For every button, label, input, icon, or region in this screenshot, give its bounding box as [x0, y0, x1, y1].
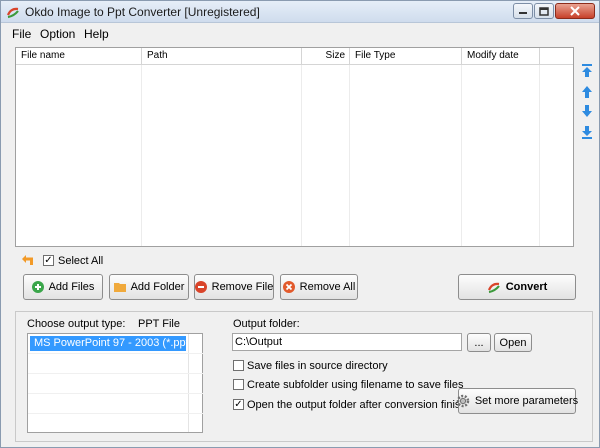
move-top-icon[interactable] — [581, 64, 593, 78]
menu-help[interactable]: Help — [84, 27, 109, 41]
add-files-button[interactable]: Add Files — [23, 274, 103, 300]
output-folder-input[interactable]: C:\Output — [232, 333, 462, 351]
output-type-option-ppt[interactable]: MS PowerPoint 97 - 2003 (*.ppt) — [30, 336, 192, 351]
create-subfolder-checkbox[interactable] — [233, 379, 244, 390]
column-divider — [141, 65, 142, 246]
column-divider — [539, 65, 540, 246]
close-icon — [570, 6, 580, 16]
maximize-button[interactable] — [534, 3, 554, 19]
remove-all-label: Remove All — [299, 281, 356, 293]
gear-icon — [456, 394, 470, 408]
list-row-line — [28, 373, 204, 374]
plus-circle-icon — [31, 281, 44, 293]
x-circle-icon — [282, 281, 295, 293]
output-type-list[interactable]: MS PowerPoint 97 - 2003 (*.ppt) — [27, 333, 204, 433]
open-output-folder-checkbox[interactable]: ✓ — [233, 399, 244, 410]
move-bottom-icon[interactable] — [581, 125, 593, 139]
save-in-source-label: Save files in source directory — [247, 360, 388, 372]
output-folder-label: Output folder: — [233, 318, 300, 330]
close-button[interactable] — [555, 3, 595, 19]
create-subfolder-label: Create subfolder using filename to save … — [247, 379, 464, 391]
open-folder-button[interactable]: Open — [494, 333, 532, 352]
select-all-label: Select All — [58, 255, 104, 267]
list-row-line — [28, 353, 204, 354]
window-title: Okdo Image to Ppt Converter [Unregistere… — [25, 5, 260, 19]
menu-bar: File Option Help — [1, 23, 599, 43]
list-row-line — [28, 393, 204, 394]
title-bar[interactable]: Okdo Image to Ppt Converter [Unregistere… — [1, 1, 599, 23]
output-type-value: PPT File — [138, 318, 180, 330]
column-divider — [301, 65, 302, 246]
set-more-parameters-button[interactable]: Set more parameters — [456, 388, 579, 414]
column-divider — [461, 65, 462, 246]
add-folder-label: Add Folder — [130, 281, 185, 293]
maximize-icon — [539, 6, 549, 16]
file-list[interactable]: File name Path Size File Type Modify dat… — [15, 47, 574, 247]
column-header-path[interactable]: Path — [142, 48, 302, 65]
minimize-button[interactable] — [513, 3, 533, 19]
list-divider — [188, 334, 189, 432]
column-header-size[interactable]: Size — [302, 48, 350, 65]
minus-circle-icon — [194, 281, 207, 293]
remove-file-button[interactable]: Remove File — [194, 274, 274, 300]
column-divider — [349, 65, 350, 246]
move-up-icon[interactable] — [581, 85, 593, 99]
remove-all-button[interactable]: Remove All — [280, 274, 358, 300]
remove-file-label: Remove File — [211, 281, 274, 293]
convert-label: Convert — [505, 281, 548, 293]
folder-icon — [113, 283, 126, 292]
open-output-folder-label: Open the output folder after conversion … — [247, 399, 479, 411]
minimize-icon — [519, 12, 527, 14]
back-arrow-icon[interactable] — [21, 254, 35, 266]
column-header-file-name[interactable]: File name — [16, 48, 142, 65]
column-header-modify-date[interactable]: Modify date — [462, 48, 540, 65]
column-header-file-type[interactable]: File Type — [350, 48, 462, 65]
set-more-parameters-label: Set more parameters — [474, 395, 579, 407]
app-window: Okdo Image to Ppt Converter [Unregistere… — [0, 0, 600, 448]
list-row-line — [28, 413, 204, 414]
browse-button[interactable]: ... — [467, 333, 491, 352]
choose-output-type-label: Choose output type: — [27, 318, 126, 330]
converter-logo-icon — [6, 7, 19, 19]
menu-option[interactable]: Option — [40, 27, 75, 41]
move-down-icon[interactable] — [581, 104, 593, 118]
add-files-label: Add Files — [48, 281, 95, 293]
column-header-filler — [540, 48, 573, 65]
add-folder-button[interactable]: Add Folder — [109, 274, 189, 300]
save-in-source-checkbox[interactable] — [233, 360, 244, 371]
convert-button[interactable]: Convert — [458, 274, 576, 300]
select-all-checkbox[interactable]: ✓ — [43, 255, 54, 266]
convert-icon — [487, 282, 500, 294]
menu-file[interactable]: File — [12, 27, 31, 41]
